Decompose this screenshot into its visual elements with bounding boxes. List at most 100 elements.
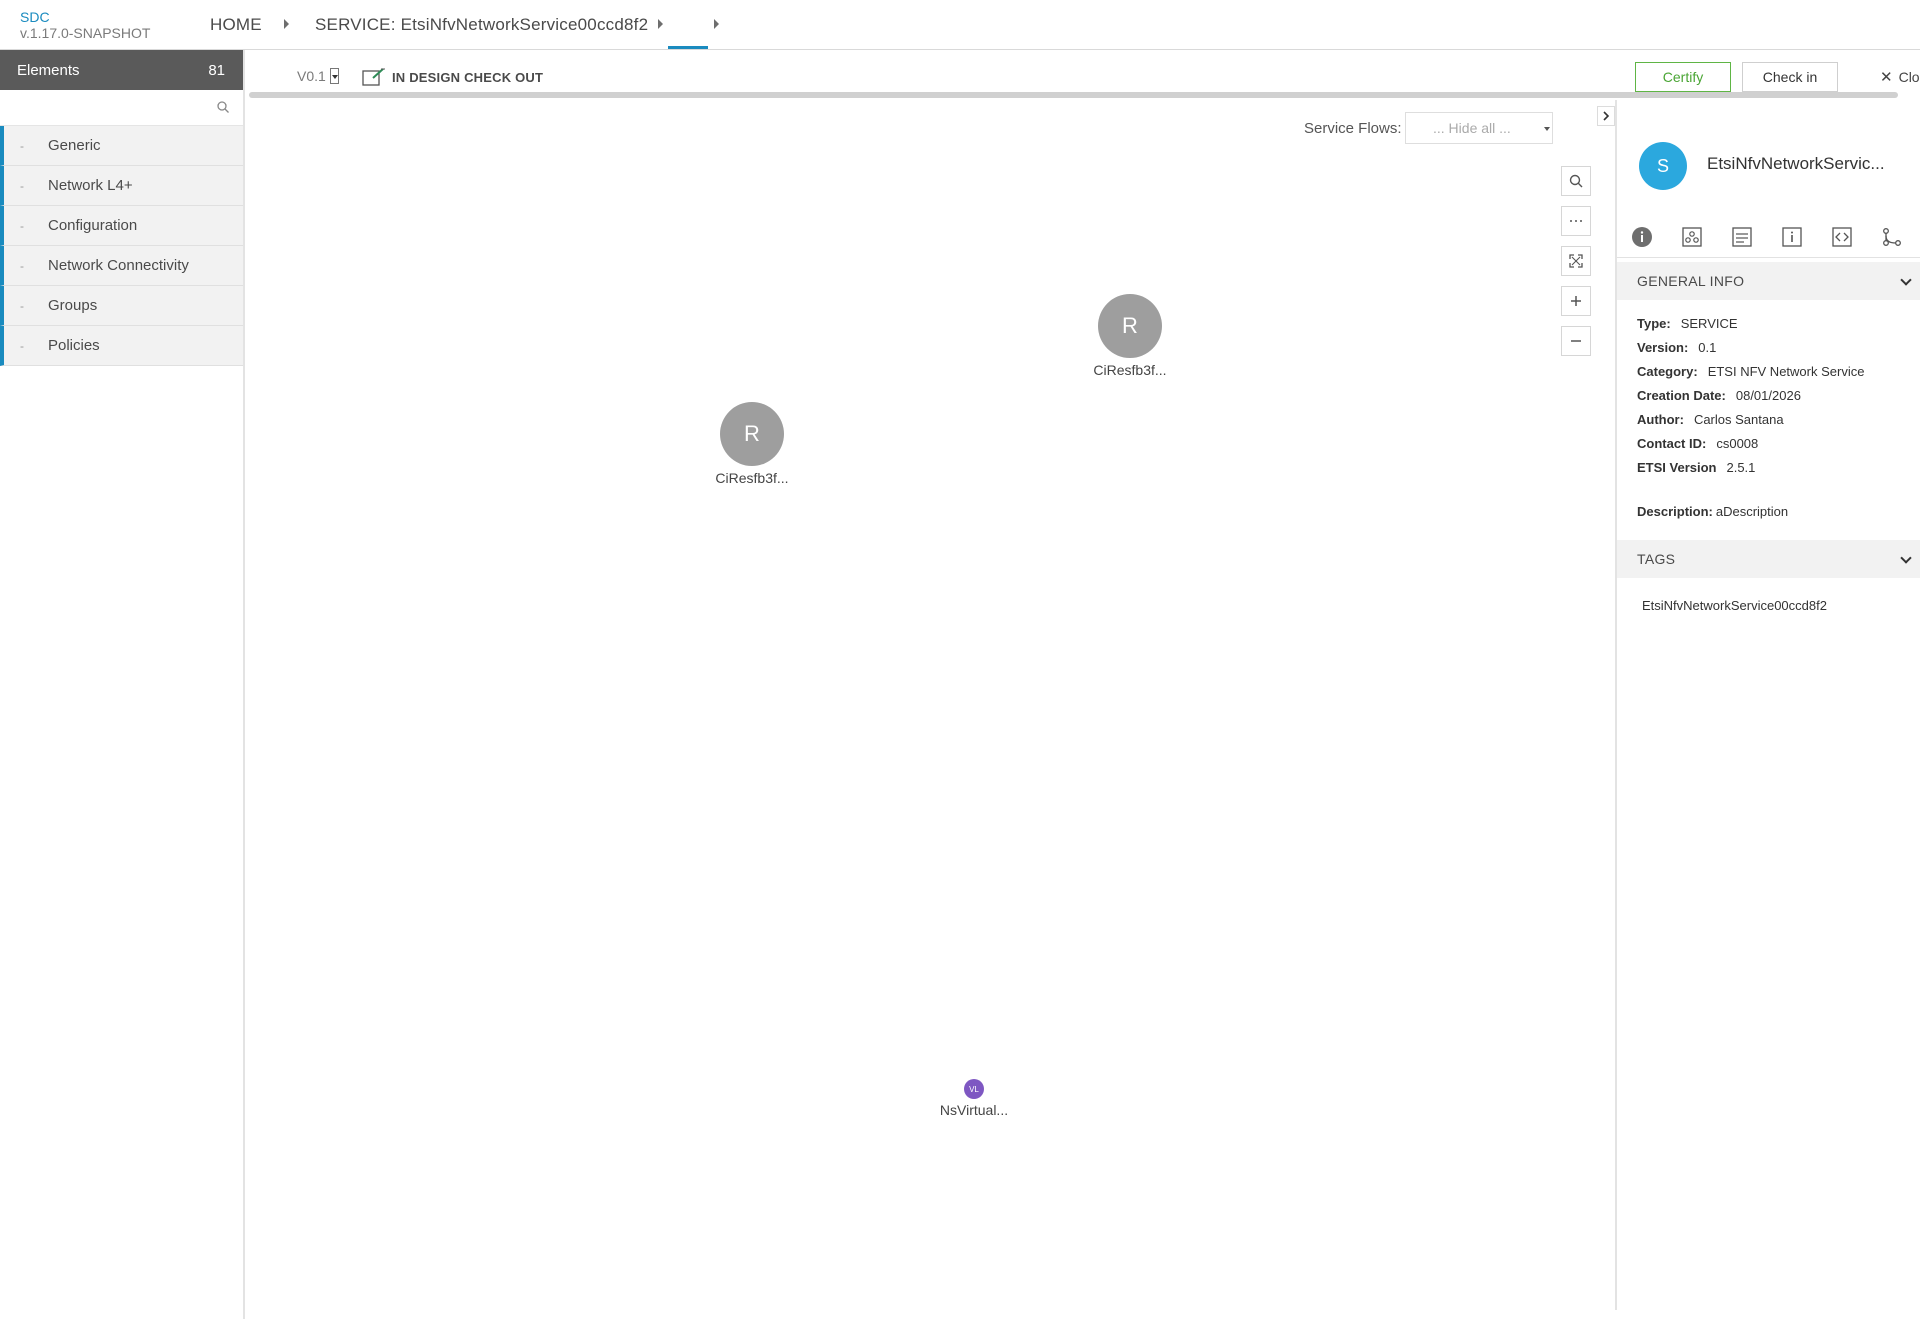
general-info-section-header[interactable]: GENERAL INFO — [1617, 262, 1920, 300]
chevron-down-icon — [1900, 552, 1912, 564]
version-value: V0.1 — [297, 68, 326, 84]
zoom-in-icon — [1571, 296, 1581, 306]
chevron-right-icon — [1603, 111, 1610, 121]
node-label: NsVirtual... — [939, 1102, 1009, 1118]
collapse-dash-icon: - — [20, 338, 24, 353]
tab-deployment[interactable] — [1717, 218, 1767, 256]
tab-properties[interactable] — [1767, 218, 1817, 256]
category-generic[interactable]: - Generic — [0, 126, 243, 166]
field-value: SERVICE — [1680, 316, 1738, 331]
node-label: CiResfb3f... — [1093, 362, 1167, 378]
brand[interactable]: SDC v.1.17.0-SNAPSHOT — [20, 9, 150, 41]
canvas-fit-button[interactable] — [1561, 246, 1591, 276]
field-key: ETSI Version — [1637, 460, 1717, 475]
info-panel-tabs — [1617, 218, 1920, 258]
canvas-more-button[interactable] — [1561, 206, 1591, 236]
chevron-down-icon — [1544, 127, 1550, 131]
service-flows-label: Service Flows: — [1304, 120, 1402, 137]
composition-icon — [1682, 227, 1702, 247]
collapse-dash-icon: - — [20, 258, 24, 273]
checkout-edit-icon — [362, 68, 385, 86]
node-initial: R — [1122, 313, 1138, 338]
info-row-etsi-version: ETSI Version 2.5.1 — [1637, 456, 1864, 480]
info-icon — [1632, 227, 1652, 247]
service-flows-select[interactable]: ... Hide all ... — [1405, 112, 1553, 144]
more-icon — [1570, 220, 1582, 222]
breadcrumb-arrow-icon[interactable] — [714, 19, 719, 29]
category-policies[interactable]: - Policies — [0, 326, 243, 366]
tab-composition[interactable] — [1667, 218, 1717, 256]
canvas-node-virtual-link[interactable]: VL NsVirtual... — [924, 1079, 1024, 1118]
field-key: Description: — [1637, 504, 1713, 519]
service-info-panel: S EtsiNfvNetworkServic... GENERAL INFO T… — [1615, 100, 1920, 1310]
category-label: Configuration — [48, 217, 138, 234]
collapse-dash-icon: - — [20, 178, 24, 193]
certify-button[interactable]: Certify — [1635, 62, 1731, 92]
zoom-out-button[interactable] — [1561, 326, 1591, 356]
check-in-button[interactable]: Check in — [1742, 62, 1838, 92]
zoom-in-button[interactable] — [1561, 286, 1591, 316]
field-value: 2.5.1 — [1726, 460, 1756, 475]
search-icon[interactable] — [217, 101, 229, 113]
node-label: CiResfb3f... — [715, 470, 789, 486]
tab-service-paths[interactable] — [1867, 218, 1917, 256]
canvas-node-resource[interactable]: R CiResfb3f... — [1075, 294, 1185, 378]
category-network-l4[interactable]: - Network L4+ — [0, 166, 243, 206]
close-label: Close — [1898, 69, 1920, 85]
field-value: cs0008 — [1716, 436, 1759, 451]
info-row-creation-date: Creation Date: 08/01/2026 — [1637, 384, 1864, 408]
tab-general-info[interactable] — [1617, 218, 1667, 256]
chevron-down-icon — [1900, 274, 1912, 286]
close-button[interactable]: ✕ Close — [1880, 68, 1920, 86]
field-key: Type: — [1637, 316, 1671, 331]
general-info-fields: Type: SERVICE Version: 0.1 Category: ETSI N… — [1637, 312, 1864, 480]
workspace-toolbar: V0.1 IN DESIGN CHECK OUT Certify Check i… — [247, 60, 1920, 96]
category-label: Policies — [48, 337, 100, 354]
canvas-search-button[interactable] — [1561, 166, 1591, 196]
category-label: Groups — [48, 297, 98, 314]
category-groups[interactable]: - Groups — [0, 286, 243, 326]
field-value: 0.1 — [1698, 340, 1717, 355]
version-select[interactable]: V0.1 — [297, 68, 339, 84]
tags-section-header[interactable]: TAGS — [1617, 540, 1920, 578]
brand-name: SDC — [20, 9, 50, 25]
info-row-version: Version: 0.1 — [1637, 336, 1864, 360]
category-label: Network Connectivity — [48, 257, 189, 274]
field-value: 08/01/2026 — [1735, 388, 1801, 403]
breadcrumb-home[interactable]: HOME — [210, 15, 262, 35]
category-configuration[interactable]: - Configuration — [0, 206, 243, 246]
node-resource-icon: R — [720, 402, 784, 466]
chevron-down-icon — [329, 68, 339, 84]
collapse-panel-button[interactable] — [1597, 106, 1615, 126]
breadcrumb-arrow-icon[interactable] — [284, 19, 289, 29]
service-avatar: S — [1639, 142, 1687, 190]
palette-title: Elements — [17, 61, 80, 79]
composition-canvas[interactable]: Service Flows: ... Hide all ... R CiResf… — [247, 100, 1615, 1310]
breadcrumb-service[interactable]: SERVICE: EtsiNfvNetworkService00ccd8f2 — [315, 15, 648, 35]
category-network-connectivity[interactable]: - Network Connectivity — [0, 246, 243, 286]
category-label: Generic — [48, 137, 101, 154]
horizontal-scrollbar[interactable] — [249, 92, 1898, 98]
info-row-category: Category: ETSI NFV Network Service — [1637, 360, 1864, 384]
palette-search-input[interactable] — [0, 90, 210, 124]
breadcrumb-arrow-icon[interactable] — [658, 19, 663, 29]
collapse-dash-icon: - — [20, 218, 24, 233]
lifecycle-status: IN DESIGN CHECK OUT — [392, 70, 544, 85]
palette-header: Elements 81 — [0, 50, 243, 90]
top-header: SDC v.1.17.0-SNAPSHOT HOME SERVICE: Etsi… — [0, 0, 1920, 50]
field-key: Version: — [1637, 340, 1689, 355]
paths-icon — [1883, 228, 1901, 246]
avatar-initial: S — [1656, 155, 1669, 176]
active-crumb-indicator — [668, 46, 708, 49]
category-label: Network L4+ — [48, 177, 133, 194]
palette-count: 81 — [208, 61, 225, 79]
tab-api[interactable] — [1817, 218, 1867, 256]
field-key: Author: — [1637, 412, 1684, 427]
field-key: Contact ID: — [1637, 436, 1707, 451]
canvas-node-resource[interactable]: R CiResfb3f... — [697, 402, 807, 486]
elements-palette: Elements 81 - Generic - Network L4+ - Co… — [0, 50, 245, 1319]
info-row-contact-id: Contact ID: cs0008 — [1637, 432, 1864, 456]
properties-icon — [1782, 227, 1802, 247]
node-resource-icon: R — [1098, 294, 1162, 358]
palette-search — [0, 90, 243, 126]
